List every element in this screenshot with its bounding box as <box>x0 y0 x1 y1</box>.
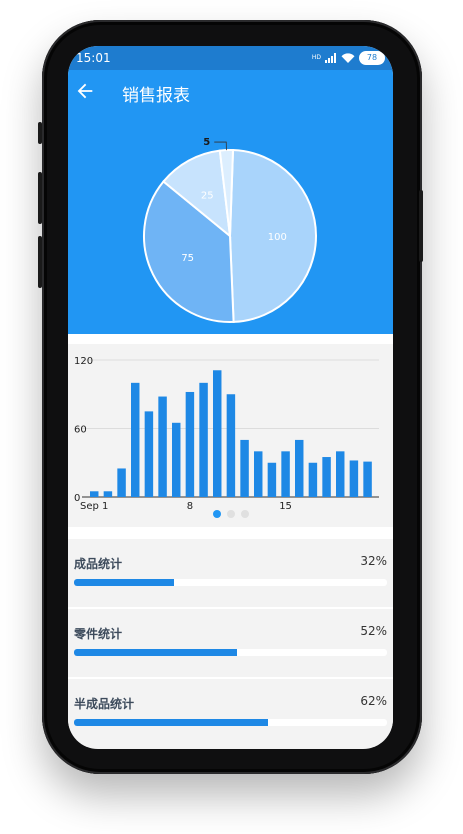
pie-slice-label: 5 <box>203 137 210 148</box>
bar[interactable] <box>131 382 140 497</box>
status-time: 15:01 <box>76 51 111 65</box>
stat-row[interactable]: 成品统计 32% <box>68 539 393 607</box>
page-dot[interactable] <box>226 510 235 518</box>
power-button <box>419 190 423 262</box>
bar[interactable] <box>172 422 181 497</box>
bar-chart: 060120Sep 1 8 15 <box>74 356 379 512</box>
y-tick-label: 120 <box>74 356 93 367</box>
bar[interactable] <box>322 457 331 497</box>
progress-track <box>74 719 387 726</box>
page-title: 销售报表 <box>122 86 190 106</box>
bar[interactable] <box>336 451 345 497</box>
bar[interactable] <box>158 396 167 497</box>
bar[interactable] <box>281 451 290 497</box>
bar[interactable] <box>213 370 222 497</box>
bar[interactable] <box>226 394 236 497</box>
bar[interactable] <box>267 462 277 497</box>
bar[interactable] <box>117 468 126 497</box>
stat-label: 成品统计 <box>74 557 123 571</box>
stat-percent: 32% <box>360 554 387 568</box>
progress-fill <box>74 649 237 656</box>
bar[interactable] <box>185 391 195 497</box>
wifi-icon <box>341 53 355 63</box>
bar[interactable] <box>90 491 99 497</box>
page-indicator <box>68 510 393 520</box>
bar-chart-card: 0 60 120 Sep 1 8 15 <box>68 344 393 537</box>
bar[interactable] <box>144 411 154 497</box>
status-icons: HD 78 <box>312 50 385 66</box>
bar[interactable] <box>103 491 113 497</box>
bar[interactable] <box>295 439 304 497</box>
progress-track <box>74 579 387 586</box>
bar[interactable] <box>254 451 263 497</box>
stat-row[interactable]: 零件统计 52% <box>68 609 393 677</box>
progress-fill <box>74 719 269 726</box>
header: 销售报表 100 75 25 5 <box>68 70 393 334</box>
screen: 15:01 HD 78 销售报表 100 75 25 5 0 60 120 Sep 1 8 15… <box>68 46 393 749</box>
pie-chart: 100 75 25 5 <box>143 137 317 323</box>
stat-percent: 62% <box>360 694 387 708</box>
pie-slice-label: 100 <box>268 232 287 243</box>
stat-label: 半成品统计 <box>74 697 135 711</box>
bar[interactable] <box>308 462 318 497</box>
volume-up-button <box>38 172 42 224</box>
pie-label-line <box>214 141 227 151</box>
signal-icon <box>325 53 337 63</box>
divider <box>68 527 393 539</box>
stat-row[interactable]: 半成品统计 62% <box>68 679 393 747</box>
page-dot[interactable] <box>240 510 249 518</box>
page-dot[interactable] <box>212 510 221 518</box>
arrow-left-icon[interactable] <box>74 80 96 102</box>
progress-track <box>74 649 387 656</box>
stat-percent: 52% <box>360 624 387 638</box>
y-tick-label: 60 <box>74 425 87 436</box>
volume-down-button <box>38 236 42 288</box>
progress-fill <box>74 579 175 586</box>
divider <box>68 334 393 344</box>
bar[interactable] <box>240 439 249 497</box>
network-type-label: HD <box>311 54 321 61</box>
pie-slice-label: 25 <box>201 191 214 202</box>
battery-icon: 78 <box>359 51 385 65</box>
pie-slice-label: 75 <box>181 253 194 264</box>
bar[interactable] <box>199 382 208 497</box>
volume-button <box>38 122 42 144</box>
bar[interactable] <box>363 461 372 497</box>
status-bar: 15:01 HD 78 <box>68 46 393 70</box>
stat-label: 零件统计 <box>74 627 123 641</box>
bar[interactable] <box>349 460 359 497</box>
